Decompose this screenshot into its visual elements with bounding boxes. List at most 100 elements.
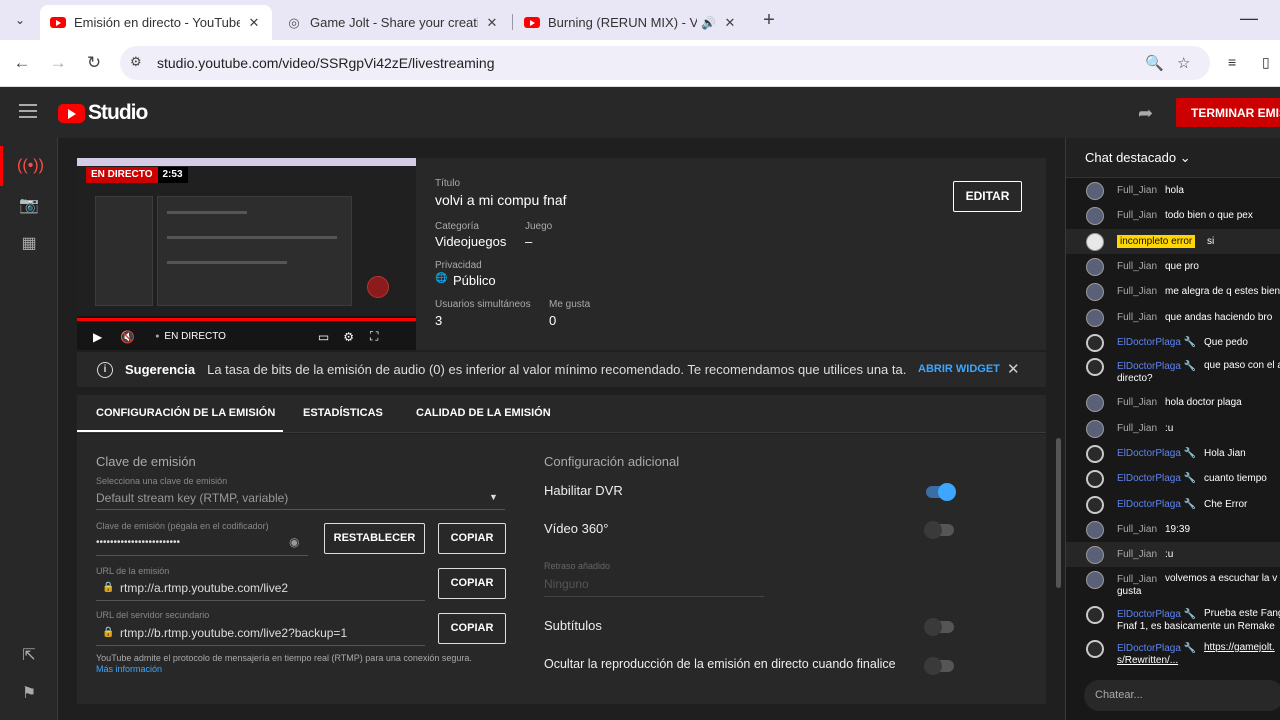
speaker-icon[interactable]: 🔊 — [701, 16, 716, 30]
stream-key-input[interactable]: •••••••••••••••••••••••• — [96, 537, 180, 548]
chat-message: Full_Jian hola — [1066, 178, 1280, 203]
site-settings-icon[interactable]: ⚙ — [130, 54, 142, 70]
omnibox[interactable]: ⚙ studio.youtube.com/video/SSRgpVi42zE/l… — [120, 46, 1210, 80]
hide-replay-toggle[interactable] — [924, 657, 954, 675]
avatar[interactable] — [1086, 496, 1104, 514]
avatar[interactable] — [1086, 309, 1104, 327]
stream-preview-player[interactable]: EN DIRECTO 2:53 ▶ 🔇 EN DIRECTO ▭ ⚙ ⛶ — [77, 158, 416, 350]
forward-arrow-icon[interactable]: → — [47, 52, 69, 74]
chat-mode-dropdown[interactable]: Chat destacado ⌄ — [1085, 150, 1191, 166]
avatar[interactable] — [1086, 546, 1104, 564]
browser-tab-youtube-studio[interactable]: Emisión en directo - YouTube Studio ✕ — [40, 5, 272, 40]
chat-input[interactable]: Chatear... — [1084, 680, 1280, 711]
avatar[interactable] — [1086, 233, 1104, 251]
end-stream-button[interactable]: TERMINAR EMISIÓN — [1176, 98, 1280, 127]
play-icon[interactable]: ▶ — [93, 330, 102, 344]
chat-author[interactable]: ElDoctorPlaga 🔧 — [1117, 448, 1196, 459]
chat-author[interactable]: Full_Jian — [1117, 397, 1157, 408]
avatar[interactable] — [1086, 182, 1104, 200]
settings-scrollbar[interactable] — [1056, 438, 1061, 588]
browser-tab-burning[interactable]: Burning (RERUN MIX) - Vs. 🔊 ✕ — [514, 5, 748, 40]
tab-stream-settings[interactable]: CONFIGURACIÓN DE LA EMISIÓN — [96, 407, 275, 419]
avatar[interactable] — [1086, 640, 1104, 658]
avatar[interactable] — [1086, 470, 1104, 488]
calendar-nav-icon[interactable]: ▦ — [0, 223, 58, 263]
close-tab-icon[interactable]: ✕ — [246, 15, 262, 31]
chat-author[interactable]: Full_Jian — [1117, 524, 1157, 535]
webcam-nav-icon[interactable]: 📷 — [0, 185, 58, 225]
chat-author[interactable]: Full_Jian — [1117, 261, 1157, 272]
external-link-icon[interactable]: ⇱ — [0, 635, 58, 675]
avatar[interactable] — [1086, 358, 1104, 376]
chat-author[interactable]: ElDoctorPlaga 🔧 — [1117, 473, 1196, 484]
copy-key-button[interactable]: COPIAR — [438, 523, 506, 554]
edit-button[interactable]: EDITAR — [953, 181, 1022, 212]
tab-statistics[interactable]: ESTADÍSTICAS — [303, 407, 383, 419]
chat-author[interactable]: Full_Jian — [1117, 549, 1157, 560]
close-tab-icon[interactable]: ✕ — [722, 15, 738, 31]
minimize-window-icon[interactable]: — — [1240, 8, 1258, 29]
reload-icon[interactable]: ↻ — [83, 52, 105, 74]
avatar[interactable] — [1086, 606, 1104, 624]
new-tab-icon[interactable]: + — [758, 9, 780, 32]
chat-message: ElDoctorPlaga 🔧 cuanto tiempo — [1066, 466, 1280, 492]
avatar[interactable] — [1086, 571, 1104, 589]
avatar[interactable] — [1086, 207, 1104, 225]
chat-link[interactable]: https://gamejolt. s/Rewritten/... — [1117, 641, 1280, 667]
tab-stream-quality[interactable]: CALIDAD DE LA EMISIÓN — [416, 407, 551, 419]
avatar[interactable] — [1086, 394, 1104, 412]
open-widget-link[interactable]: ABRIR WIDGET — [918, 363, 1000, 375]
stream-url-label: URL de la emisión — [96, 566, 170, 576]
avatar[interactable] — [1086, 334, 1104, 352]
tab-search-dropdown-icon[interactable]: ⌄ — [8, 8, 32, 32]
chat-message: Full_Jian:u — [1066, 542, 1280, 567]
avatar[interactable] — [1086, 258, 1104, 276]
video360-toggle[interactable] — [924, 521, 954, 539]
live-stream-nav-icon[interactable]: ((•)) — [0, 146, 58, 186]
chat-author-badge[interactable]: incompleto error — [1117, 235, 1196, 248]
chat-author[interactable]: Full_Jian — [1117, 185, 1157, 196]
chat-author[interactable]: Full_Jian — [1117, 210, 1157, 221]
avatar[interactable] — [1086, 521, 1104, 539]
reset-button[interactable]: RESTABLECER — [324, 523, 425, 554]
mute-icon[interactable]: 🔇 — [120, 330, 135, 344]
bookmark-star-icon[interactable]: ☆ — [1177, 54, 1190, 72]
hide-eye-icon[interactable]: ◉ — [289, 535, 299, 549]
studio-logo[interactable]: Studio — [58, 101, 148, 125]
gear-icon[interactable]: ⚙ — [343, 330, 354, 344]
copy-backup-button[interactable]: COPIAR — [438, 613, 506, 644]
avatar[interactable] — [1086, 283, 1104, 301]
avatar[interactable] — [1086, 420, 1104, 438]
browser-tab-gamejolt[interactable]: ◎ Game Jolt - Share your creations ✕ — [276, 5, 510, 40]
feedback-icon[interactable]: ⚑ — [0, 673, 58, 713]
share-icon[interactable]: ➦ — [1138, 103, 1153, 124]
captions-icon[interactable]: ▭ — [318, 330, 329, 344]
menu-icon[interactable] — [19, 104, 37, 118]
avatar[interactable] — [1086, 445, 1104, 463]
chat-author[interactable]: Full_Jian — [1117, 312, 1157, 323]
zoom-icon[interactable]: 🔍 — [1145, 54, 1164, 72]
close-tab-icon[interactable]: ✕ — [484, 15, 500, 31]
chat-author[interactable]: ElDoctorPlaga 🔧 — [1117, 499, 1196, 510]
progress-bar[interactable] — [77, 318, 416, 321]
url-text[interactable]: studio.youtube.com/video/SSRgpVi42zE/liv… — [157, 55, 494, 71]
chat-author[interactable]: Full_Jian — [1117, 286, 1157, 297]
more-info-link[interactable]: Más información — [96, 664, 162, 674]
chat-text: si — [1207, 236, 1215, 247]
lock-icon: 🔒 — [102, 582, 115, 593]
dvr-toggle[interactable] — [926, 483, 956, 501]
fullscreen-icon[interactable]: ⛶ — [370, 329, 378, 344]
media-control-icon[interactable]: ≡ — [1228, 54, 1236, 70]
backup-url-value[interactable]: rtmp://b.rtmp.youtube.com/live2?backup=1 — [120, 626, 347, 640]
live-indicator[interactable]: EN DIRECTO — [155, 331, 226, 342]
back-arrow-icon[interactable]: ← — [11, 52, 33, 74]
chat-author[interactable]: ElDoctorPlaga 🔧 — [1117, 337, 1196, 348]
stream-url-value[interactable]: rtmp://a.rtmp.youtube.com/live2 — [120, 581, 288, 595]
dropdown-arrow-icon[interactable]: ▼ — [489, 492, 498, 502]
subtitles-toggle[interactable] — [924, 618, 954, 636]
chat-author[interactable]: Full_Jian — [1117, 423, 1157, 434]
stream-key-select[interactable]: Default stream key (RTMP, variable) — [96, 491, 288, 505]
close-icon[interactable]: ✕ — [1007, 360, 1020, 378]
sidebar-icon[interactable]: ▯ — [1262, 54, 1270, 71]
copy-url-button[interactable]: COPIAR — [438, 568, 506, 599]
